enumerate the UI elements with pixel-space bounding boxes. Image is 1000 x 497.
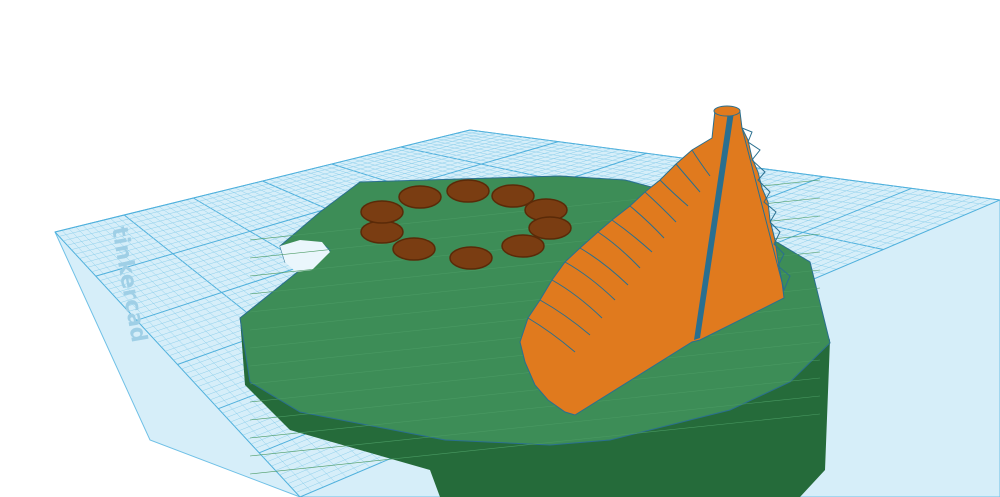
hole[interactable] — [398, 185, 442, 209]
hole[interactable] — [528, 216, 572, 240]
hole[interactable] — [360, 220, 404, 244]
hole[interactable] — [449, 246, 493, 270]
3d-viewport[interactable]: tinkercad — [0, 0, 1000, 497]
hole[interactable] — [446, 179, 490, 203]
staircase-top-cap — [713, 105, 741, 117]
hole[interactable] — [360, 200, 404, 224]
hole[interactable] — [392, 237, 436, 261]
scene-canvas[interactable]: tinkercad — [0, 0, 1000, 497]
hole[interactable] — [501, 234, 545, 258]
